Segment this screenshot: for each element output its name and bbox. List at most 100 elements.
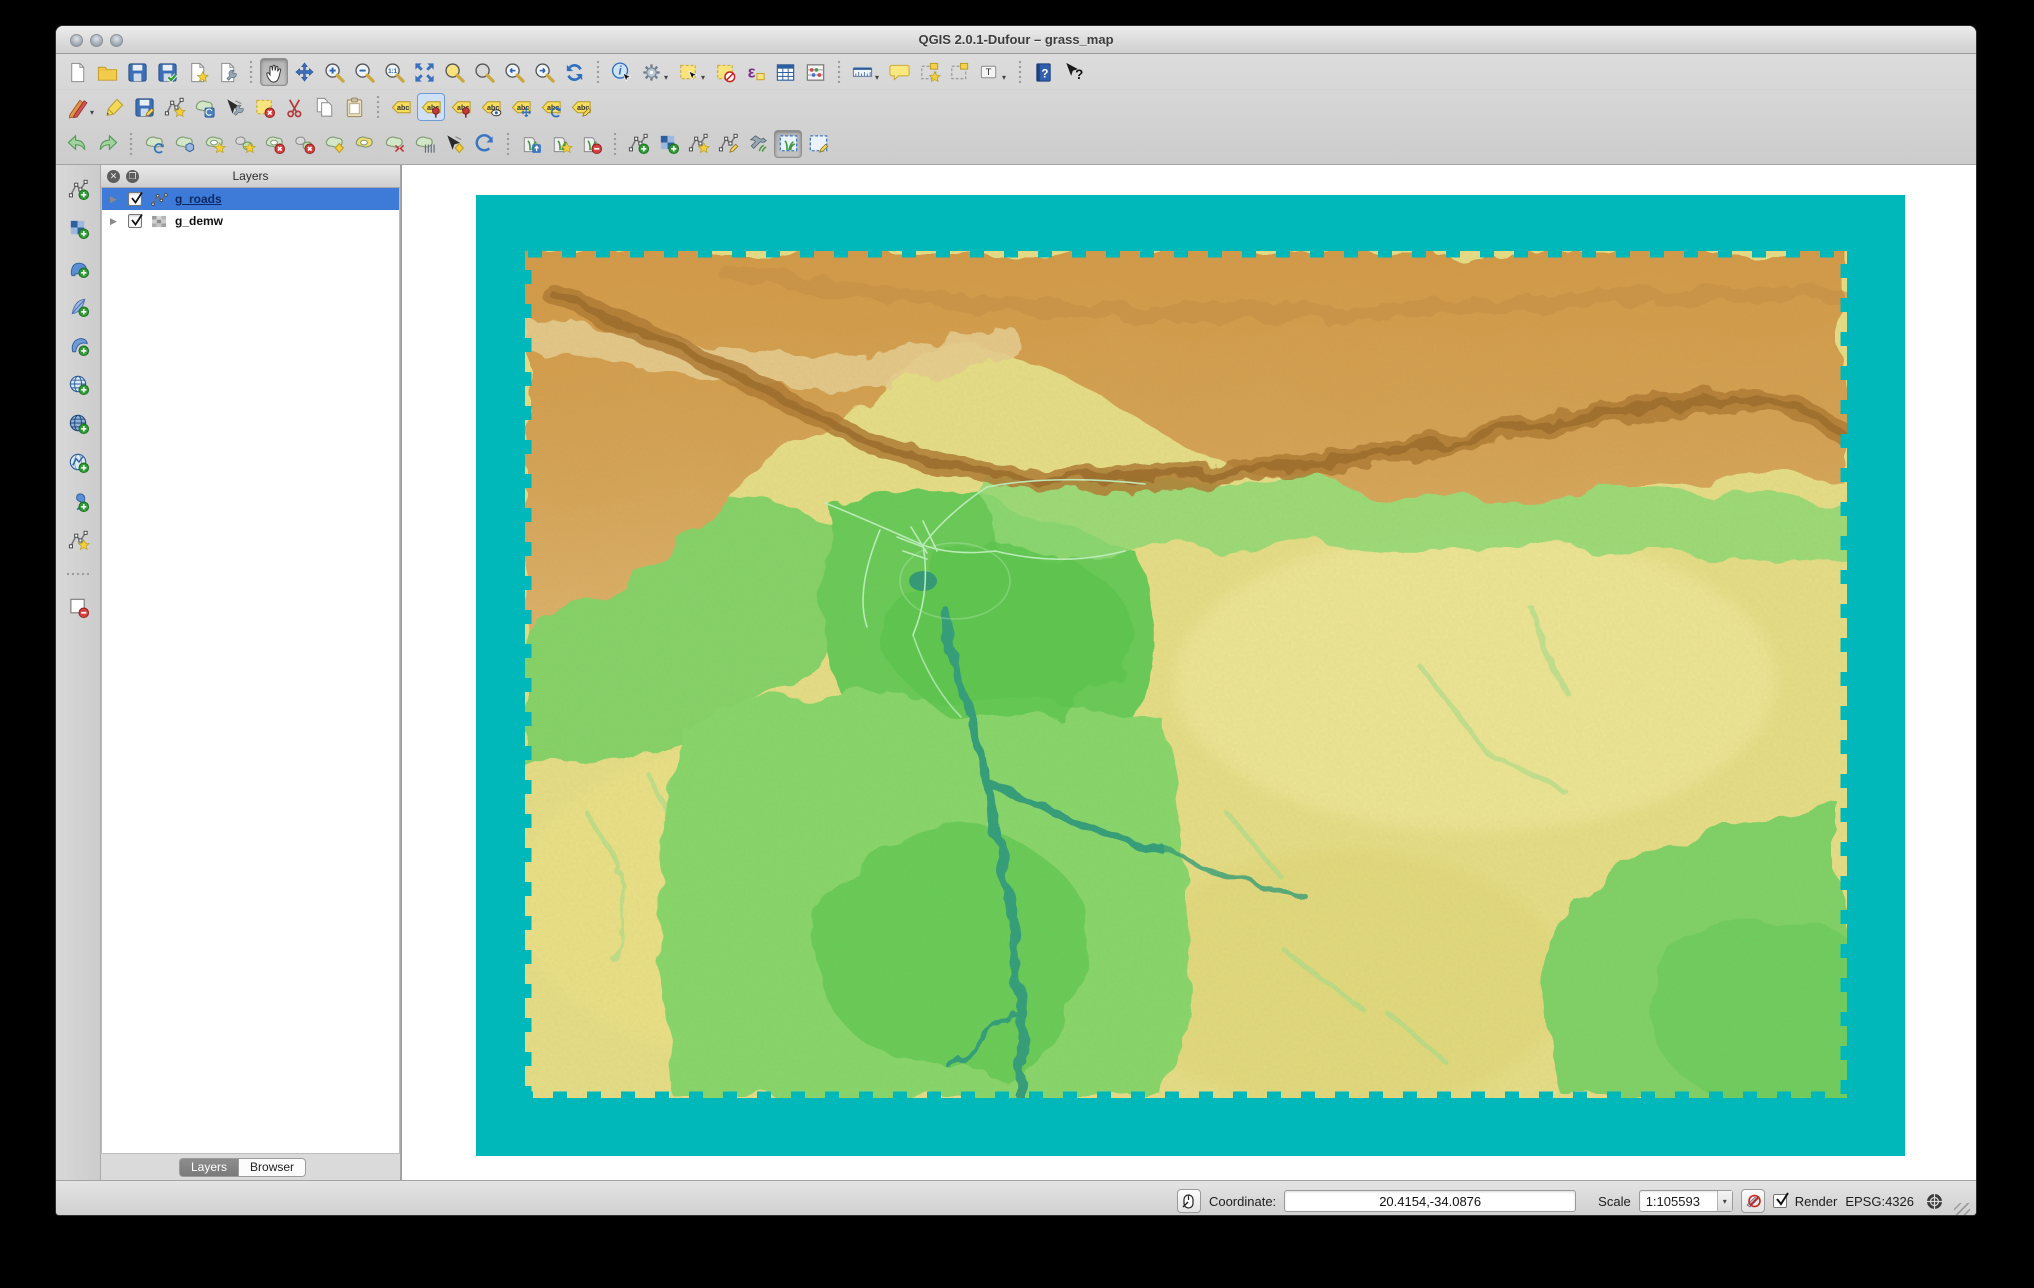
add-wms-layer[interactable]	[64, 370, 92, 398]
open-attribute-table[interactable]	[771, 58, 799, 86]
create-new-grass-vector[interactable]	[684, 130, 712, 158]
move-feature[interactable]	[190, 93, 218, 121]
new-bookmark[interactable]	[915, 58, 943, 86]
edit-current-grass-region[interactable]	[804, 130, 832, 158]
edit-grass-vector-layer[interactable]	[714, 130, 742, 158]
add-feature[interactable]	[160, 93, 188, 121]
remove-layer[interactable]	[64, 593, 92, 621]
zoom-in[interactable]	[320, 58, 348, 86]
help-contents[interactable]: ?	[1029, 58, 1057, 86]
add-part[interactable]	[230, 130, 258, 158]
zoom-out[interactable]	[350, 58, 378, 86]
paste-features[interactable]	[340, 93, 368, 121]
merge-features[interactable]	[410, 130, 438, 158]
zoom-last[interactable]	[500, 58, 528, 86]
minimize-button[interactable]	[90, 33, 103, 47]
layer-visibility-checkbox[interactable]	[128, 192, 143, 206]
zoom-window-button[interactable]	[110, 33, 123, 47]
layer-item-g_roads[interactable]: ▶ g_roads	[102, 188, 399, 210]
panel-tab-browser[interactable]: Browser	[238, 1157, 307, 1177]
delete-selected[interactable]	[250, 93, 278, 121]
new-shapefile-layer[interactable]	[64, 526, 92, 554]
coordinate-display-toggle-button[interactable]	[1176, 1189, 1201, 1213]
delete-ring[interactable]	[260, 130, 288, 158]
map-tips[interactable]	[885, 58, 913, 86]
zoom-to-selection[interactable]	[440, 58, 468, 86]
current-edits[interactable]: ▾	[63, 93, 94, 121]
zoom-native[interactable]: 1:1	[380, 58, 408, 86]
deselect-features[interactable]	[711, 58, 739, 86]
expand-triangle-icon[interactable]: ▶	[110, 194, 120, 205]
layer-visibility-checkbox[interactable]	[128, 214, 143, 228]
refresh-map[interactable]	[560, 58, 588, 86]
add-mssql-layer[interactable]	[64, 331, 92, 359]
close-button[interactable]	[70, 33, 83, 47]
save-project[interactable]	[123, 58, 151, 86]
node-tool[interactable]	[220, 93, 248, 121]
pan-map[interactable]	[260, 58, 288, 86]
add-wfs-layer[interactable]	[64, 448, 92, 476]
labeling-options[interactable]: abc	[387, 93, 415, 121]
open-mapset[interactable]	[517, 130, 545, 158]
delete-part[interactable]	[290, 130, 318, 158]
add-grass-vector-layer[interactable]	[624, 130, 652, 158]
open-project[interactable]	[93, 58, 121, 86]
cut-features[interactable]	[280, 93, 308, 121]
open-grass-tools[interactable]	[744, 130, 772, 158]
show-bookmarks[interactable]	[945, 58, 973, 86]
new-print-composer[interactable]	[183, 58, 211, 86]
add-postgis-layer[interactable]	[64, 253, 92, 281]
add-raster-layer[interactable]	[64, 214, 92, 242]
zoom-full[interactable]	[410, 58, 438, 86]
rotate-feature[interactable]	[140, 130, 168, 158]
select-features[interactable]: ▾	[674, 58, 705, 86]
add-delimited-text-layer[interactable]	[64, 487, 92, 515]
vertex-tool[interactable]	[440, 130, 468, 158]
save-layer-edits[interactable]	[130, 93, 158, 121]
rotate-label[interactable]: abc	[537, 93, 565, 121]
coordinate-input[interactable]	[1284, 1190, 1577, 1212]
identify-features[interactable]: i	[607, 58, 635, 86]
new-mapset[interactable]	[547, 130, 575, 158]
toggle-editing[interactable]	[100, 93, 128, 121]
composer-manager[interactable]	[213, 58, 241, 86]
copy-features[interactable]	[310, 93, 338, 121]
show-hide-labels[interactable]: abc	[477, 93, 505, 121]
display-current-grass-region[interactable]	[774, 129, 802, 158]
zoom-to-layer[interactable]	[470, 58, 498, 86]
highlight-pinned-labels[interactable]: abc	[447, 93, 475, 121]
pin-labels[interactable]: abc	[417, 93, 445, 121]
split-features[interactable]	[380, 130, 408, 158]
rotate-point-symbols[interactable]	[470, 130, 498, 158]
add-grass-raster-layer[interactable]	[654, 130, 682, 158]
stop-render-button[interactable]	[1740, 1189, 1765, 1213]
undo[interactable]	[63, 130, 91, 158]
select-by-expression[interactable]: ε	[741, 58, 769, 86]
new-project[interactable]	[63, 58, 91, 86]
crs-status-button[interactable]	[1922, 1189, 1946, 1213]
run-feature-action[interactable]: ▾	[637, 58, 668, 86]
add-vector-layer[interactable]	[64, 175, 92, 203]
move-label[interactable]: abc	[507, 93, 535, 121]
add-spatialite-layer[interactable]	[64, 292, 92, 320]
offset-curve[interactable]	[350, 130, 378, 158]
pan-to-selection[interactable]	[290, 58, 318, 86]
layer-item-g_demw[interactable]: ▶ g_demw	[102, 210, 399, 232]
reshape-features[interactable]	[320, 130, 348, 158]
add-ring[interactable]	[200, 130, 228, 158]
zoom-next[interactable]	[530, 58, 558, 86]
simplify-feature[interactable]	[170, 130, 198, 158]
save-project-as[interactable]	[153, 58, 181, 86]
render-checkbox[interactable]	[1772, 1192, 1789, 1208]
redo[interactable]	[93, 130, 121, 158]
measure-line[interactable]: ▾	[848, 58, 879, 86]
chevron-down-icon[interactable]: ▾	[1716, 1191, 1732, 1211]
panel-tab-layers[interactable]: Layers	[179, 1157, 239, 1177]
text-annotation[interactable]: T ▾	[975, 58, 1006, 86]
map-canvas[interactable]	[401, 165, 1976, 1180]
add-wcs-layer[interactable]	[64, 409, 92, 437]
change-label[interactable]: abc	[567, 93, 595, 121]
whats-this[interactable]: ?	[1059, 58, 1087, 86]
field-calculator[interactable]	[801, 58, 829, 86]
expand-triangle-icon[interactable]: ▶	[110, 216, 120, 227]
